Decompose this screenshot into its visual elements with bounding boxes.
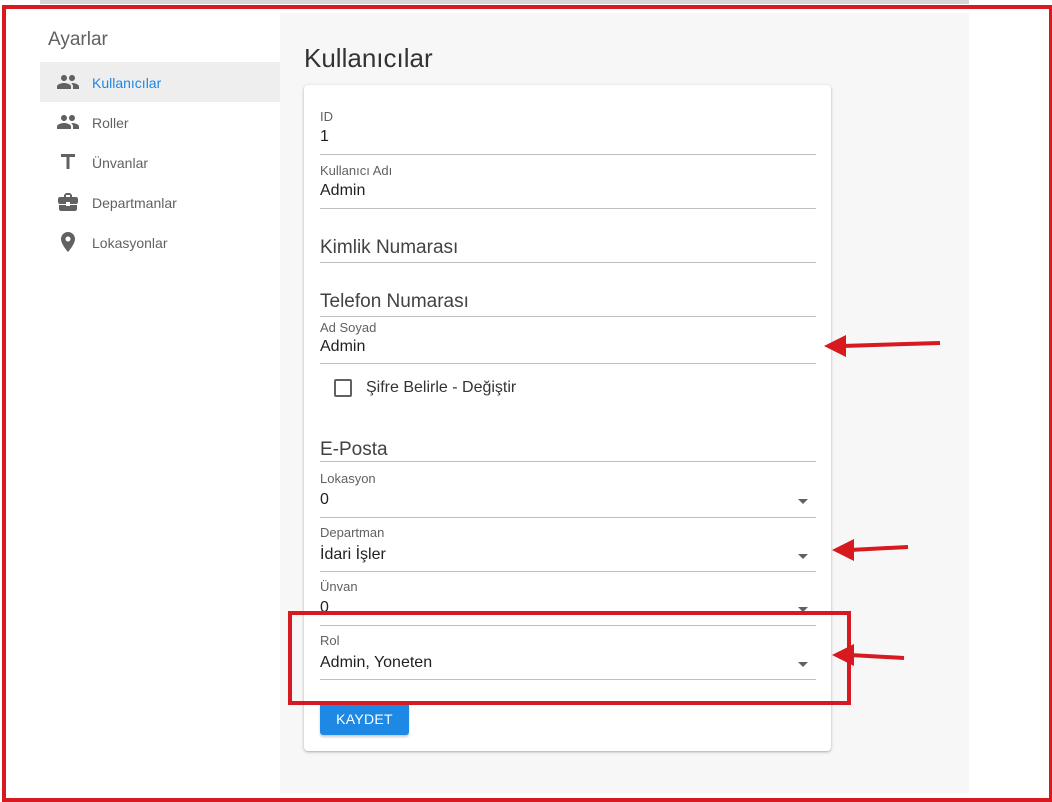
- password-checkbox-label: Şifre Belirle - Değiştir: [366, 379, 517, 396]
- text-t-icon: [56, 150, 80, 174]
- department-select[interactable]: Departman İdari İşler: [320, 525, 816, 572]
- username-label: Kullanıcı Adı: [320, 163, 393, 178]
- sidebar-item-label: Kullanıcılar: [92, 75, 162, 91]
- sidebar-item-locations[interactable]: Lokasyonlar: [40, 222, 280, 262]
- people-icon: [56, 110, 80, 134]
- sidebar-item-users[interactable]: Kullanıcılar: [40, 62, 280, 102]
- sidebar-item-label: Ünvanlar: [92, 155, 149, 171]
- sidebar-item-label: Departmanlar: [92, 195, 177, 211]
- title-value: 0: [320, 599, 329, 616]
- page-title: Kullanıcılar: [304, 43, 433, 73]
- role-label: Rol: [320, 633, 340, 648]
- title-select[interactable]: Ünvan 0: [320, 579, 816, 626]
- location-pin-icon: [56, 230, 80, 254]
- identity-number-field[interactable]: Kimlik Numarası: [320, 215, 816, 263]
- settings-sidebar: Ayarlar Kullanıcılar Roller Ünvanlar Dep…: [40, 13, 280, 793]
- people-icon: [56, 70, 80, 94]
- user-form-card: ID 1 Kullanıcı Adı Admin Kimlik Numarası…: [304, 85, 831, 751]
- id-field[interactable]: ID 1: [320, 107, 816, 155]
- department-label: Departman: [320, 525, 385, 540]
- chevron-down-icon[interactable]: [798, 607, 808, 612]
- identity-number-label: Kimlik Numarası: [320, 237, 459, 258]
- id-value: 1: [320, 128, 329, 145]
- location-label: Lokasyon: [320, 471, 376, 486]
- password-checkbox-row[interactable]: Şifre Belirle - Değiştir: [334, 379, 516, 397]
- sidebar-nav: Kullanıcılar Roller Ünvanlar Departmanla…: [40, 62, 280, 262]
- username-value: Admin: [320, 182, 366, 199]
- email-field[interactable]: E-Posta: [320, 415, 816, 462]
- username-field[interactable]: Kullanıcı Adı Admin: [320, 161, 816, 209]
- full-name-label: Ad Soyad: [320, 320, 377, 335]
- briefcase-icon: [56, 190, 80, 214]
- title-label: Ünvan: [320, 579, 358, 594]
- password-checkbox[interactable]: [334, 379, 352, 397]
- department-value: İdari İşler: [320, 546, 386, 563]
- full-name-value: Admin: [320, 338, 366, 355]
- main-content: Kullanıcılar ID 1 Kullanıcı Adı Admin Ki…: [280, 13, 969, 793]
- save-button[interactable]: KAYDET: [320, 702, 409, 735]
- location-select[interactable]: Lokasyon 0: [320, 471, 816, 518]
- top-scroll-shadow: [40, 0, 969, 4]
- sidebar-item-label: Roller: [92, 115, 129, 131]
- role-select[interactable]: Rol Admin, Yoneten: [320, 633, 816, 680]
- phone-field[interactable]: Telefon Numarası: [320, 269, 816, 317]
- sidebar-item-label: Lokasyonlar: [92, 235, 168, 251]
- sidebar-item-roles[interactable]: Roller: [40, 102, 280, 142]
- chevron-down-icon[interactable]: [798, 662, 808, 667]
- sidebar-item-departments[interactable]: Departmanlar: [40, 182, 280, 222]
- id-label: ID: [320, 109, 333, 124]
- phone-label: Telefon Numarası: [320, 291, 469, 312]
- chevron-down-icon[interactable]: [798, 499, 808, 504]
- sidebar-title: Ayarlar: [48, 29, 108, 50]
- location-value: 0: [320, 491, 329, 508]
- role-value: Admin, Yoneten: [320, 654, 433, 671]
- sidebar-item-titles[interactable]: Ünvanlar: [40, 142, 280, 182]
- email-label: E-Posta: [320, 439, 388, 460]
- chevron-down-icon[interactable]: [798, 554, 808, 559]
- full-name-field[interactable]: Ad Soyad Admin: [320, 320, 816, 364]
